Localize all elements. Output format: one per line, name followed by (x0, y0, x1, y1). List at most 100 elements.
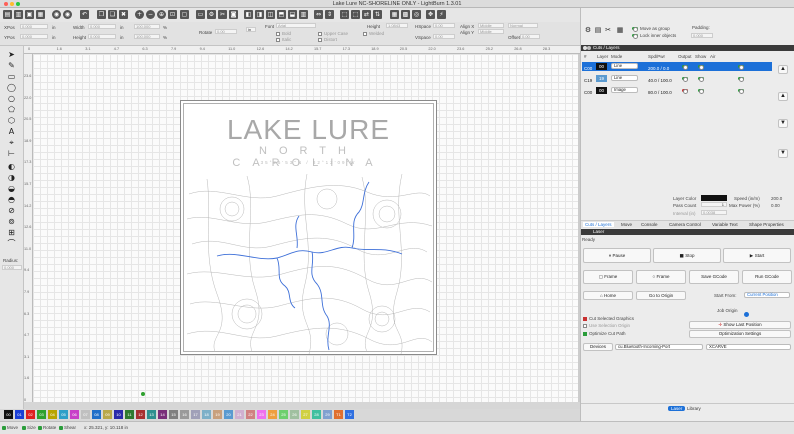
tab-variable-text[interactable]: Variable Text (712, 222, 738, 227)
line-tool-icon[interactable]: ⬡ (7, 116, 16, 125)
tab-move[interactable]: Move (621, 222, 632, 227)
palette-swatch-26[interactable]: 26 (290, 410, 299, 419)
palette-swatch-27[interactable]: 27 (301, 410, 310, 419)
tab-camera-control[interactable]: Camera Control (669, 222, 701, 227)
mode-select[interactable]: Image (611, 87, 638, 93)
circle-tool-icon[interactable]: ○ (7, 94, 16, 103)
group-icon[interactable]: ⬚ (340, 10, 349, 19)
array-icon[interactable]: ▦ (390, 10, 399, 19)
corner-round-icon[interactable]: ⌒ (7, 239, 16, 248)
save-file-icon[interactable]: ▣ (25, 10, 34, 19)
boolean-intersect-icon[interactable]: ◒ (7, 184, 16, 193)
save-gcode-button[interactable]: Save GCode (689, 270, 739, 284)
xpos-input[interactable]: 0.000 (20, 24, 48, 29)
cut-selected-checkbox[interactable] (583, 317, 587, 321)
font-select[interactable]: Arial (276, 23, 316, 28)
radius-input[interactable]: 0.000 (2, 265, 22, 270)
output-toggle[interactable] (682, 65, 688, 70)
layer-color-swatch[interactable] (701, 195, 727, 201)
home-button[interactable]: ⌂ Home (583, 291, 633, 300)
padding-input[interactable]: 0.000 (691, 33, 713, 38)
weld-icon[interactable]: ◓ (7, 195, 16, 204)
use-selection-origin-checkbox[interactable] (583, 324, 587, 328)
run-gcode-button[interactable]: Run GCode (742, 270, 792, 284)
palette-swatch-08[interactable]: 08 (92, 410, 101, 419)
ellipse-tool-icon[interactable]: ◯ (7, 83, 16, 92)
palette-swatch-18[interactable]: 18 (202, 410, 211, 419)
tab-laser[interactable]: Laser (668, 406, 686, 411)
laser-settings-icon[interactable]: ⚡ (437, 10, 446, 19)
paste-icon[interactable]: ❏ (108, 10, 117, 19)
align-center-icon[interactable]: ◨ (255, 10, 264, 19)
pause-button[interactable]: ⏸ Pause (583, 248, 651, 263)
welded-checkbox[interactable] (363, 32, 367, 36)
circular-array-icon[interactable]: ◎ (412, 10, 421, 19)
align-left-icon[interactable]: ◧ (244, 10, 253, 19)
pass-count-input[interactable]: 1 (701, 202, 727, 207)
frame-round-button[interactable]: ○ Frame (636, 270, 686, 284)
frame-selection-icon[interactable]: ▢ (180, 10, 189, 19)
delete-icon[interactable]: ✖ (119, 10, 128, 19)
align-bottom-icon[interactable]: ▥ (299, 10, 308, 19)
air-toggle[interactable] (738, 65, 744, 70)
palette-swatch-07[interactable]: 07 (81, 410, 90, 419)
zoom-frame-icon[interactable]: ⊡ (168, 10, 177, 19)
palette-swatch-21[interactable]: 21 (235, 410, 244, 419)
show-toggle[interactable] (698, 65, 704, 70)
save-as-icon[interactable]: ▦ (36, 10, 45, 19)
height-percent-input[interactable]: 100.000 (134, 34, 160, 39)
frame-rect-button[interactable]: ▢ Frame (583, 270, 633, 284)
undo-icon[interactable]: ↶ (80, 10, 89, 19)
cut-layer-row[interactable]: C00 00 Image 80.0 / 100.0 (582, 86, 772, 95)
air-toggle[interactable] (738, 77, 744, 82)
output-toggle[interactable] (682, 89, 688, 94)
arrange-icon[interactable]: ▦ (616, 26, 624, 34)
tab-shape-properties[interactable]: Shape Properties (749, 222, 784, 227)
import-icon[interactable]: ◉ (52, 10, 61, 19)
cut-shapes-icon[interactable]: ✂ (604, 26, 612, 34)
move-layer-down-button[interactable]: ▼ (778, 119, 788, 128)
devices-button[interactable]: Devices (583, 343, 613, 351)
palette-swatch-T2[interactable]: T2 (345, 410, 354, 419)
palette-swatch-04[interactable]: 04 (48, 410, 57, 419)
ypos-input[interactable]: 0.000 (20, 34, 48, 39)
cut-layer-row[interactable]: C00 00 Line 200.0 / 0.0 (582, 62, 772, 71)
text-tool-icon[interactable]: A (7, 127, 16, 136)
move-up-button[interactable]: ▲ (778, 65, 788, 74)
palette-swatch-16[interactable]: 16 (180, 410, 189, 419)
font-height-input[interactable]: 1.0843 (386, 23, 408, 28)
size-toggle-icon[interactable] (22, 426, 26, 430)
bold-checkbox[interactable] (276, 32, 280, 36)
zoom-in-icon[interactable]: + (135, 10, 144, 19)
align-right-icon[interactable]: ◫ (266, 10, 275, 19)
start-from-select[interactable]: Current Position (744, 292, 790, 298)
cut-layer-row[interactable]: C19 19 Line 40.0 / 100.0 (582, 74, 772, 83)
job-origin-radio[interactable] (744, 312, 749, 317)
move-down-button[interactable]: ▼ (778, 149, 788, 158)
text-mode-select[interactable]: Normal (508, 23, 538, 28)
mode-select[interactable]: Line (611, 75, 638, 81)
go-to-origin-button[interactable]: Go to Origin (636, 291, 686, 300)
distribute-icon[interactable]: ⇔ (314, 10, 323, 19)
ungroup-icon[interactable]: ⬚ (351, 10, 360, 19)
machine-select[interactable]: XCARVE (706, 344, 791, 350)
show-toggle[interactable] (698, 89, 704, 94)
offset-input[interactable]: 0.00 (520, 34, 540, 39)
edit-nodes-icon[interactable]: ✎ (7, 61, 16, 70)
palette-swatch-09[interactable]: 09 (103, 410, 112, 419)
export-icon[interactable]: ◉ (63, 10, 72, 19)
palette-swatch-28[interactable]: 28 (312, 410, 321, 419)
speed-value[interactable]: 200.0 (771, 196, 782, 201)
rotary-icon[interactable]: ⚙ (584, 26, 592, 34)
copy-icon[interactable]: ❐ (97, 10, 106, 19)
measure-tool-icon[interactable]: ⊢ (7, 149, 16, 158)
align-top-icon[interactable]: ⬒ (277, 10, 286, 19)
palette-swatch-02[interactable]: 02 (26, 410, 35, 419)
workspace-canvas[interactable]: LAKE LURE NORTH CAROLINA 35°25'53"N / 82… (33, 54, 578, 402)
stop-button[interactable]: ■ Stop (653, 248, 721, 263)
flip-v-icon[interactable]: ⇅ (373, 10, 382, 19)
zoom-fit-icon[interactable]: ⊕ (157, 10, 166, 19)
open-file-icon[interactable]: ▥ (14, 10, 23, 19)
polygon-tool-icon[interactable]: ⬠ (7, 105, 16, 114)
palette-swatch-06[interactable]: 06 (70, 410, 79, 419)
